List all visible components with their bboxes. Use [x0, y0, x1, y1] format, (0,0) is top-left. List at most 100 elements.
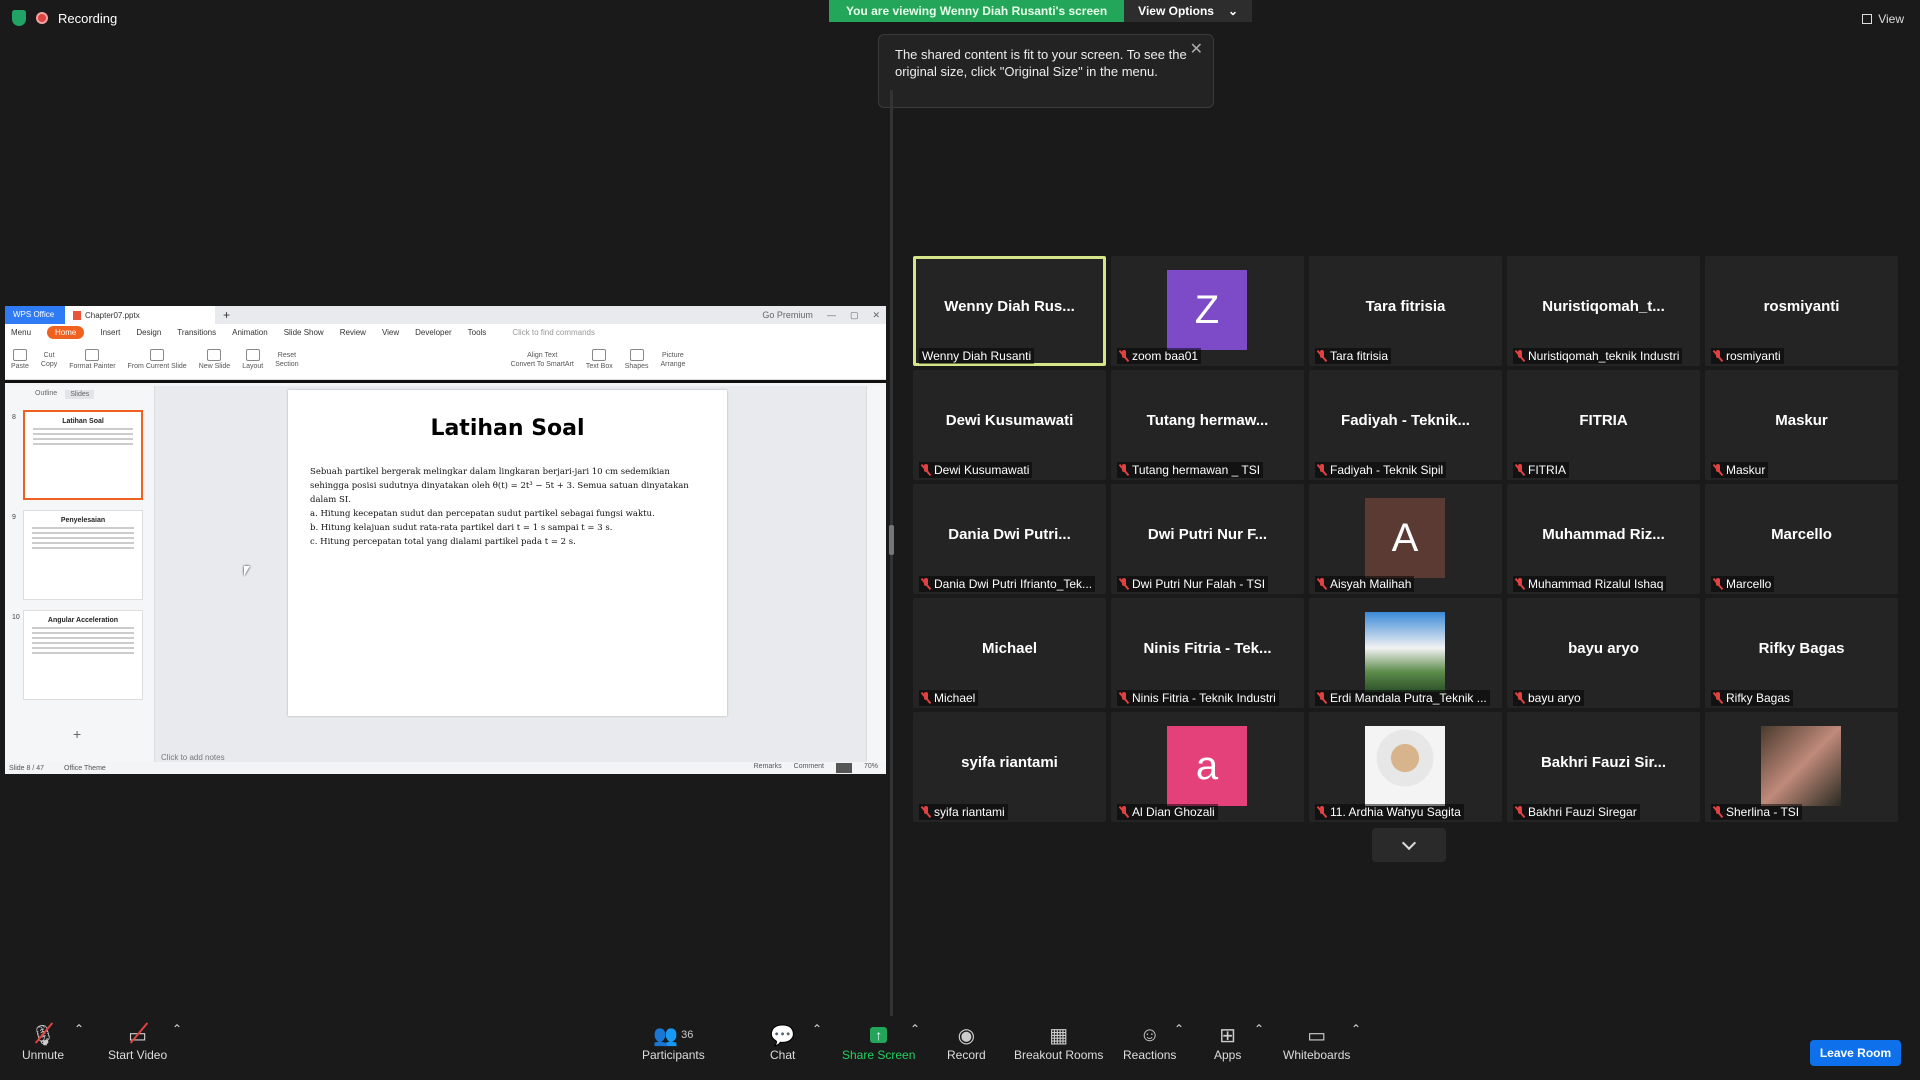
participant-name-label: Al Dian Ghozali	[1117, 804, 1218, 820]
participants-button[interactable]: 👥 36 Participants	[642, 1022, 705, 1063]
mouse-cursor-icon	[244, 566, 250, 576]
share-caret-icon[interactable]: ⌃	[910, 1022, 920, 1036]
menu-item: Animation	[232, 327, 268, 337]
notes-placeholder: Click to add notes	[161, 753, 225, 762]
participant-count: 36	[681, 1029, 694, 1041]
participant-tile[interactable]: Dania Dwi Putri... Dania Dwi Putri Ifrian…	[913, 484, 1106, 594]
start-video-button[interactable]: ▭ Start Video	[108, 1022, 168, 1063]
start-video-label: Start Video	[108, 1048, 168, 1062]
shield-icon[interactable]	[12, 10, 26, 26]
participant-label-text: Fadiyah - Teknik Sipil	[1330, 463, 1444, 477]
chat-label: Chat	[770, 1048, 796, 1062]
participant-label-text: 11. Ardhia Wahyu Sagita	[1330, 805, 1461, 819]
apps-button[interactable]: ⊞ Apps	[1214, 1022, 1241, 1063]
participant-tile[interactable]: Tutang hermaw... Tutang hermawan _ TSI	[1111, 370, 1304, 480]
participant-tile[interactable]: syifa riantami syifa riantami	[913, 712, 1106, 822]
participant-tile[interactable]: FITRIA FITRIA	[1507, 370, 1700, 480]
participant-name-label: Nuristiqomah_teknik Industri	[1513, 348, 1683, 364]
breakout-rooms-button[interactable]: ▦ Breakout Rooms	[1014, 1022, 1103, 1063]
gallery-more-button[interactable]	[1372, 828, 1446, 862]
participant-label-text: Dania Dwi Putri Ifrianto_Tek...	[934, 577, 1093, 591]
whiteboards-caret-icon[interactable]: ⌃	[1351, 1022, 1361, 1036]
muted-mic-icon	[1516, 464, 1524, 476]
paste-icon	[12, 349, 27, 361]
participant-tile[interactable]: Maskur Maskur	[1705, 370, 1898, 480]
recording-indicator[interactable]: Recording	[12, 10, 117, 26]
participant-tile[interactable]: Zzoom baa01	[1111, 256, 1304, 366]
participant-tile[interactable]: Wenny Diah Rus... Wenny Diah Rusanti	[913, 256, 1106, 366]
close-icon[interactable]: ✕	[1190, 41, 1203, 58]
ribbon-picture: Picture Arrange	[660, 352, 685, 368]
participant-label-text: Michael	[934, 691, 976, 705]
unmute-label: Unmute	[22, 1048, 65, 1062]
muted-mic-icon	[1714, 464, 1722, 476]
participant-name-label: Dania Dwi Putri Ifrianto_Tek...	[919, 576, 1096, 592]
whiteboards-button[interactable]: ▭ Whiteboards	[1283, 1022, 1350, 1063]
participant-label-text: Wenny Diah Rusanti	[922, 349, 1032, 363]
participant-tile[interactable]: bayu aryo bayu aryo	[1507, 598, 1700, 708]
audio-caret-icon[interactable]: ⌃	[74, 1022, 84, 1036]
participant-tile[interactable]: rosmiyanti rosmiyanti	[1705, 256, 1898, 366]
reactions-button[interactable]: ☺ Reactions	[1123, 1022, 1176, 1063]
participant-tile[interactable]: Muhammad Riz... Muhammad Rizalul Ishaq	[1507, 484, 1700, 594]
participant-tile[interactable]: Fadiyah - Teknik... Fadiyah - Teknik Sipi…	[1309, 370, 1502, 480]
participant-tile[interactable]: Sherlina - TSI	[1705, 712, 1898, 822]
chat-caret-icon[interactable]: ⌃	[812, 1022, 822, 1036]
view-button[interactable]: View	[1862, 12, 1904, 26]
participant-display-name: Rifky Bagas	[1758, 640, 1845, 657]
participant-tile[interactable]: Dwi Putri Nur F... Dwi Putri Nur Falah - …	[1111, 484, 1304, 594]
whiteboard-icon: ▭	[1307, 1024, 1327, 1047]
share-screen-button[interactable]: ↑ Share Screen	[842, 1022, 915, 1062]
participant-name-label: Muhammad Rizalul Ishaq	[1513, 576, 1667, 592]
muted-mic-icon	[1516, 350, 1524, 362]
slides-pane: Outline Slides 8 Latihan Soal 9 Penyeles…	[5, 386, 155, 762]
participant-name-label: zoom baa01	[1117, 348, 1202, 364]
split-divider[interactable]	[889, 90, 894, 1020]
current-slide: Latihan Soal Sebuah partikel bergerak me…	[288, 390, 727, 716]
view-options-button[interactable]: View Options ⌄	[1124, 0, 1253, 22]
video-caret-icon[interactable]: ⌃	[172, 1022, 182, 1036]
unmute-button[interactable]: 🎙 Unmute	[22, 1022, 65, 1063]
layout-icon	[245, 349, 260, 361]
participant-tile[interactable]: 11. Ardhia Wahyu Sagita	[1309, 712, 1502, 822]
ribbon-cut: Cut Copy	[41, 352, 57, 368]
record-icon: ◉	[957, 1024, 976, 1047]
record-button[interactable]: ◉ Record	[947, 1022, 986, 1063]
restore-icon: ▢	[849, 309, 859, 320]
chat-button[interactable]: 💬 Chat	[770, 1022, 796, 1063]
minimize-icon: —	[826, 309, 836, 320]
participant-tile[interactable]: Nuristiqomah_t... Nuristiqomah_teknik Ind…	[1507, 256, 1700, 366]
shared-screen: WPS Office Chapter07.pptx + Go Premium —…	[5, 306, 886, 774]
participant-tile[interactable]: Michael Michael	[913, 598, 1106, 708]
slide-line: Sebuah partikel bergerak melingkar dalam…	[310, 467, 689, 505]
muted-mic-icon	[1714, 692, 1722, 704]
reactions-caret-icon[interactable]: ⌃	[1174, 1022, 1184, 1036]
menu-item: Menu	[11, 327, 32, 337]
participant-label-text: zoom baa01	[1132, 349, 1199, 363]
divider-handle[interactable]	[889, 525, 894, 555]
participant-tile[interactable]: Tara fitrisia Tara fitrisia	[1309, 256, 1502, 366]
participant-label-text: Sherlina - TSI	[1726, 805, 1800, 819]
leave-room-button[interactable]: Leave Room	[1810, 1040, 1901, 1066]
participant-tile[interactable]: Dewi Kusumawati Dewi Kusumawati	[913, 370, 1106, 480]
wps-titlebar: WPS Office Chapter07.pptx + Go Premium —…	[5, 306, 886, 324]
participant-name-label: Dewi Kusumawati	[919, 462, 1033, 478]
apps-caret-icon[interactable]: ⌃	[1254, 1022, 1264, 1036]
participant-name-label: syifa riantami	[919, 804, 1008, 820]
ribbon-label: Convert To SmartArt	[510, 360, 574, 368]
thumb-title: Penyelesaian	[60, 517, 106, 524]
participant-tile[interactable]: Marcello Marcello	[1705, 484, 1898, 594]
participant-tile[interactable]: a Al Dian Ghozali	[1111, 712, 1304, 822]
participant-tile[interactable]: Rifky Bagas Rifky Bagas	[1705, 598, 1898, 708]
wps-statusbar: Slide 8 / 47 Office Theme Remarks Commen…	[5, 762, 886, 774]
participant-label-text: Dwi Putri Nur Falah - TSI	[1132, 577, 1266, 591]
muted-mic-icon	[1714, 806, 1722, 818]
participant-tile[interactable]: Erdi Mandala Putra_Teknik ...	[1309, 598, 1502, 708]
slide-line: b. Hitung kelajuan sudut rata-rata parti…	[310, 523, 613, 533]
avatar: A	[1365, 498, 1445, 578]
ribbon-from-current: From Current Slide	[128, 349, 187, 370]
participant-tile[interactable]: A Aisyah Malihah	[1309, 484, 1502, 594]
participant-tile[interactable]: Ninis Fitria - Tek... Ninis Fitria - Tekn…	[1111, 598, 1304, 708]
ribbon-label: Text Box	[585, 363, 613, 370]
participant-tile[interactable]: Bakhri Fauzi Sir... Bakhri Fauzi Siregar	[1507, 712, 1700, 822]
